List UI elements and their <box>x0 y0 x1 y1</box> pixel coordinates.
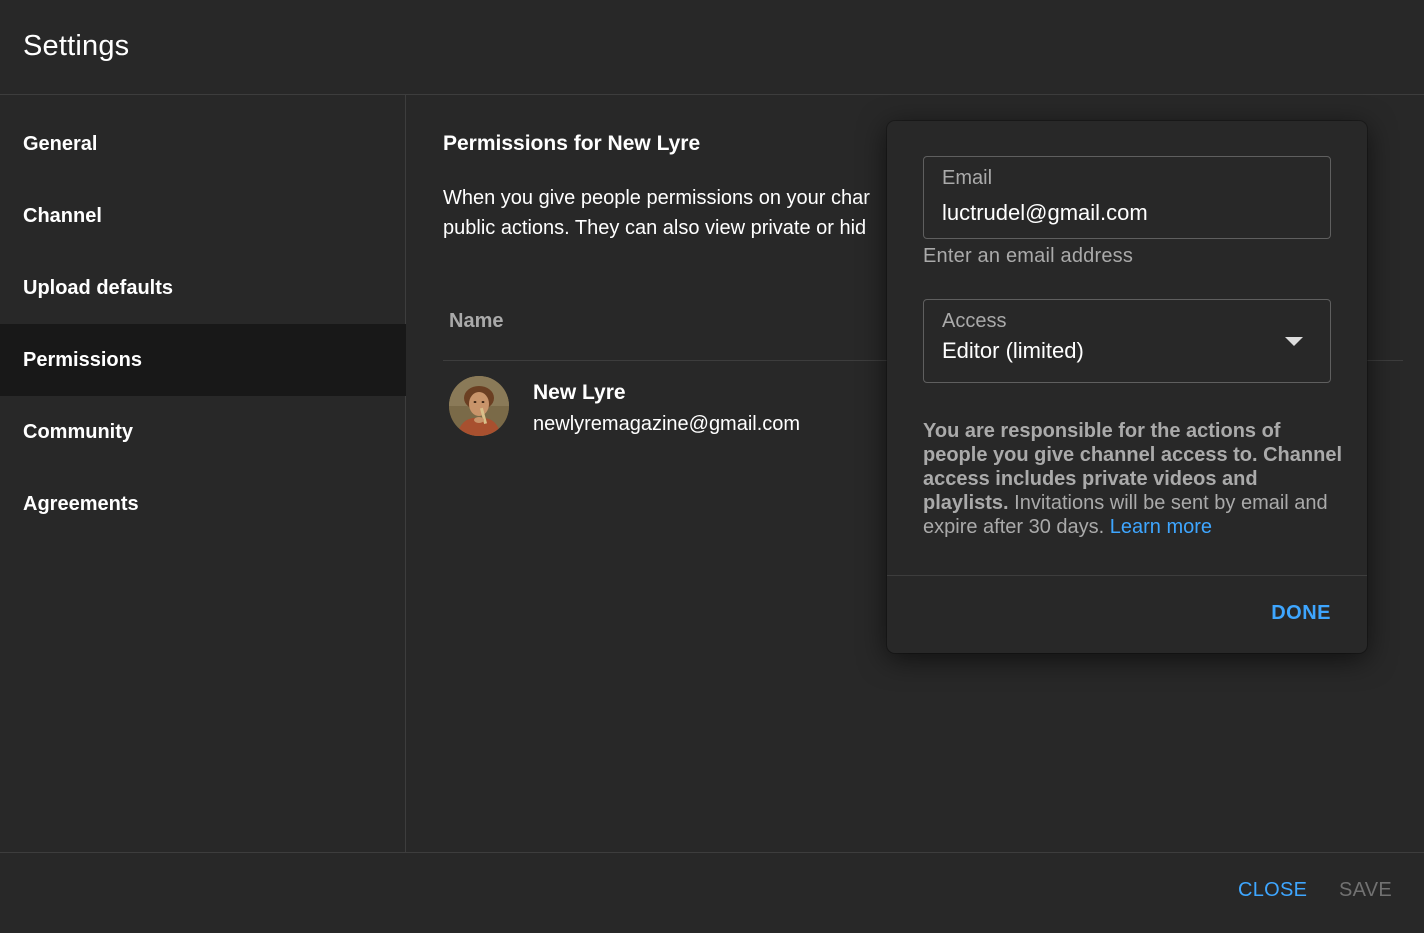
sidebar-item-upload-defaults[interactable]: Upload defaults <box>0 252 406 324</box>
email-input[interactable] <box>942 200 1312 226</box>
access-value: Editor (limited) <box>942 338 1084 363</box>
dialog-divider <box>887 575 1367 576</box>
sidebar-item-permissions[interactable]: Permissions <box>0 324 406 396</box>
dialog-footer: CLOSE SAVE <box>0 852 1424 933</box>
sidebar-item-general[interactable]: General <box>0 108 406 180</box>
portrait-avatar-icon <box>449 376 509 436</box>
settings-sidebar: General Channel Upload defaults Permissi… <box>0 95 406 852</box>
email-field[interactable]: Email <box>923 156 1331 239</box>
permissions-description: When you give people permissions on your… <box>443 183 903 243</box>
dialog-header: Settings <box>0 0 1424 95</box>
sidebar-item-agreements[interactable]: Agreements <box>0 468 406 540</box>
done-button[interactable]: DONE <box>1271 602 1331 625</box>
description-line: public actions. They can also view priva… <box>443 217 867 239</box>
permissions-title: Permissions for New Lyre <box>443 132 701 155</box>
save-button[interactable]: SAVE <box>1339 879 1392 902</box>
column-header-name[interactable]: Name <box>449 310 503 333</box>
description-line: When you give people permissions on your… <box>443 187 870 209</box>
sidebar-item-community[interactable]: Community <box>0 396 406 468</box>
user-email: newlyremagazine@gmail.com <box>533 413 801 435</box>
dropdown-arrow-icon[interactable] <box>1285 337 1303 346</box>
email-label: Email <box>942 167 993 189</box>
invite-dialog: Email Enter an email address Access Edit… <box>887 121 1367 653</box>
user-name: New Lyre <box>533 381 626 404</box>
email-helper-text: Enter an email address <box>923 245 1134 267</box>
access-notice: You are responsible for the actions of p… <box>923 419 1343 539</box>
access-select[interactable]: Access Editor (limited) <box>923 299 1331 383</box>
avatar <box>449 376 509 436</box>
access-label: Access <box>942 310 1007 332</box>
sidebar-item-channel[interactable]: Channel <box>0 180 406 252</box>
close-button[interactable]: CLOSE <box>1238 879 1307 902</box>
page-title: Settings <box>23 30 130 62</box>
learn-more-link[interactable]: Learn more <box>1110 516 1212 538</box>
